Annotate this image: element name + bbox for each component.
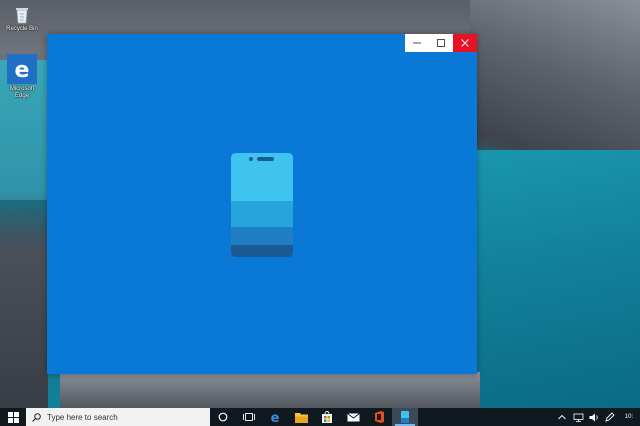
taskbar-edge[interactable]: e — [262, 408, 288, 426]
volume-button[interactable] — [586, 408, 602, 426]
taskbar-your-phone[interactable] — [392, 408, 418, 426]
close-button[interactable] — [453, 34, 477, 52]
maximize-icon — [437, 39, 445, 47]
desktop-icon-label: Microsoft Edge — [9, 86, 35, 99]
wallpaper-rocks-bottom — [60, 372, 480, 408]
window-controls — [405, 34, 477, 52]
desktop-icon-label: Recycle Bin — [6, 26, 38, 32]
system-tray: 10: — [554, 408, 640, 426]
network-button[interactable] — [570, 408, 586, 426]
pen-icon — [605, 412, 615, 422]
search-placeholder: Type here to search — [47, 412, 118, 422]
recycle-bin-icon — [16, 8, 28, 24]
edge-icon: e — [7, 54, 37, 84]
taskbar-mail[interactable] — [340, 408, 366, 426]
desktop-icon-recycle-bin[interactable]: Recycle Bin — [2, 6, 42, 33]
maximize-button[interactable] — [429, 34, 453, 52]
taskbar-file-explorer[interactable] — [288, 408, 314, 426]
taskbar-cortana[interactable] — [210, 408, 236, 426]
show-hidden-icons-button[interactable] — [554, 408, 570, 426]
taskbar-clock[interactable]: 10: — [618, 408, 640, 426]
pen-workspace-button[interactable] — [602, 408, 618, 426]
task-view-icon — [243, 413, 255, 421]
edge-icon: e — [271, 411, 280, 423]
taskbar-search-box[interactable]: Type here to search — [26, 408, 210, 426]
office-icon — [374, 411, 384, 423]
close-icon — [461, 39, 469, 47]
phone-icon — [231, 153, 293, 259]
chevron-up-icon — [558, 414, 566, 420]
mail-icon — [346, 412, 360, 421]
cortana-icon — [218, 412, 228, 422]
start-button[interactable] — [0, 408, 26, 426]
minimize-icon — [413, 42, 421, 44]
network-icon — [573, 413, 583, 422]
taskbar-office[interactable] — [366, 408, 392, 426]
search-icon — [32, 412, 41, 422]
your-phone-icon — [401, 411, 409, 423]
windows-logo-icon — [7, 411, 19, 423]
taskbar-task-view[interactable] — [236, 408, 262, 426]
wallpaper-water — [470, 150, 640, 408]
wallpaper-rocks-left — [0, 190, 48, 408]
wallpaper-cliff — [470, 0, 640, 165]
minimize-button[interactable] — [405, 34, 429, 52]
volume-icon — [589, 413, 598, 421]
desktop-icon-edge[interactable]: e Microsoft Edge — [2, 54, 42, 100]
taskbar: Type here to search e 10: — [0, 408, 640, 426]
store-icon — [322, 411, 332, 423]
taskbar-store[interactable] — [314, 408, 340, 426]
file-explorer-icon — [294, 412, 308, 423]
svg-text:e: e — [271, 411, 280, 423]
svg-text:e: e — [15, 58, 30, 83]
your-phone-app-window[interactable] — [47, 34, 477, 374]
